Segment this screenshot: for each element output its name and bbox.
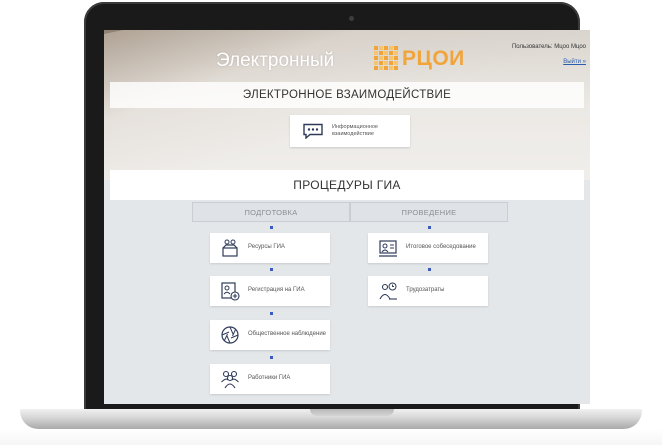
card-gia-registration[interactable]: Регистрация на ГИА (210, 276, 330, 306)
screen: Электронный РЦОИ Пользователь: Мцоо Мцоо… (104, 30, 590, 404)
connector-dot (428, 268, 431, 271)
card-gia-workers[interactable]: Работники ГИА (210, 364, 330, 394)
logo-text: РЦОИ (402, 47, 465, 70)
tab-preparation[interactable]: ПОДГОТОВКА (192, 202, 350, 222)
hero-stripe (104, 30, 242, 36)
info-interaction-card[interactable]: Информационное взаимодействие (290, 115, 410, 147)
interaction-section-title: ЭЛЕКТРОННОЕ ВЗАИМОДЕЙСТВИЕ (110, 82, 584, 108)
workers-icon (221, 370, 239, 389)
connector-dot (428, 226, 431, 229)
procedures-section-title: ПРОЦЕДУРЫ ГИА (110, 170, 584, 200)
camera-dot (349, 16, 354, 21)
connector-dot (270, 312, 273, 315)
laptop-notch (310, 409, 394, 416)
connector-dot (270, 356, 273, 359)
resources-box-icon (222, 239, 238, 257)
card-label: Работники ГИА (248, 375, 291, 382)
logout-link[interactable]: Выйти » (563, 59, 586, 65)
connector-dot (270, 226, 273, 229)
laptop-base (20, 409, 642, 429)
logo-grid-icon (374, 46, 398, 70)
card-label: Регистрация на ГИА (248, 287, 305, 294)
ground-shadow (0, 429, 662, 445)
connector-dot (270, 268, 273, 271)
card-label: Ресурсы ГИА (248, 244, 285, 251)
user-area: Пользователь: Мцоо Мцоо Выйти » (486, 44, 586, 68)
registration-icon (221, 282, 240, 301)
card-label: Итоговое собеседование (406, 244, 476, 251)
info-card-label: Информационное взаимодействие (332, 124, 378, 137)
tab-conduct[interactable]: ПРОВЕДЕНИЕ (350, 202, 508, 222)
card-labor-costs[interactable]: Трудозатраты (368, 276, 488, 306)
card-label: Общественное наблюдение (248, 331, 327, 338)
labor-costs-icon (379, 282, 397, 300)
card-final-interview[interactable]: Итоговое собеседование (368, 233, 488, 263)
aperture-icon (221, 326, 239, 344)
card-public-observation[interactable]: Общественное наблюдение (210, 320, 330, 350)
user-name: Пользователь: Мцоо Мцоо (511, 44, 586, 50)
interview-icon (379, 240, 397, 257)
card-label: Трудозатраты (406, 287, 445, 294)
brand-title: Электронный (216, 50, 335, 71)
chat-bubble-icon (303, 123, 323, 139)
card-gia-resources[interactable]: Ресурсы ГИА (210, 233, 330, 263)
